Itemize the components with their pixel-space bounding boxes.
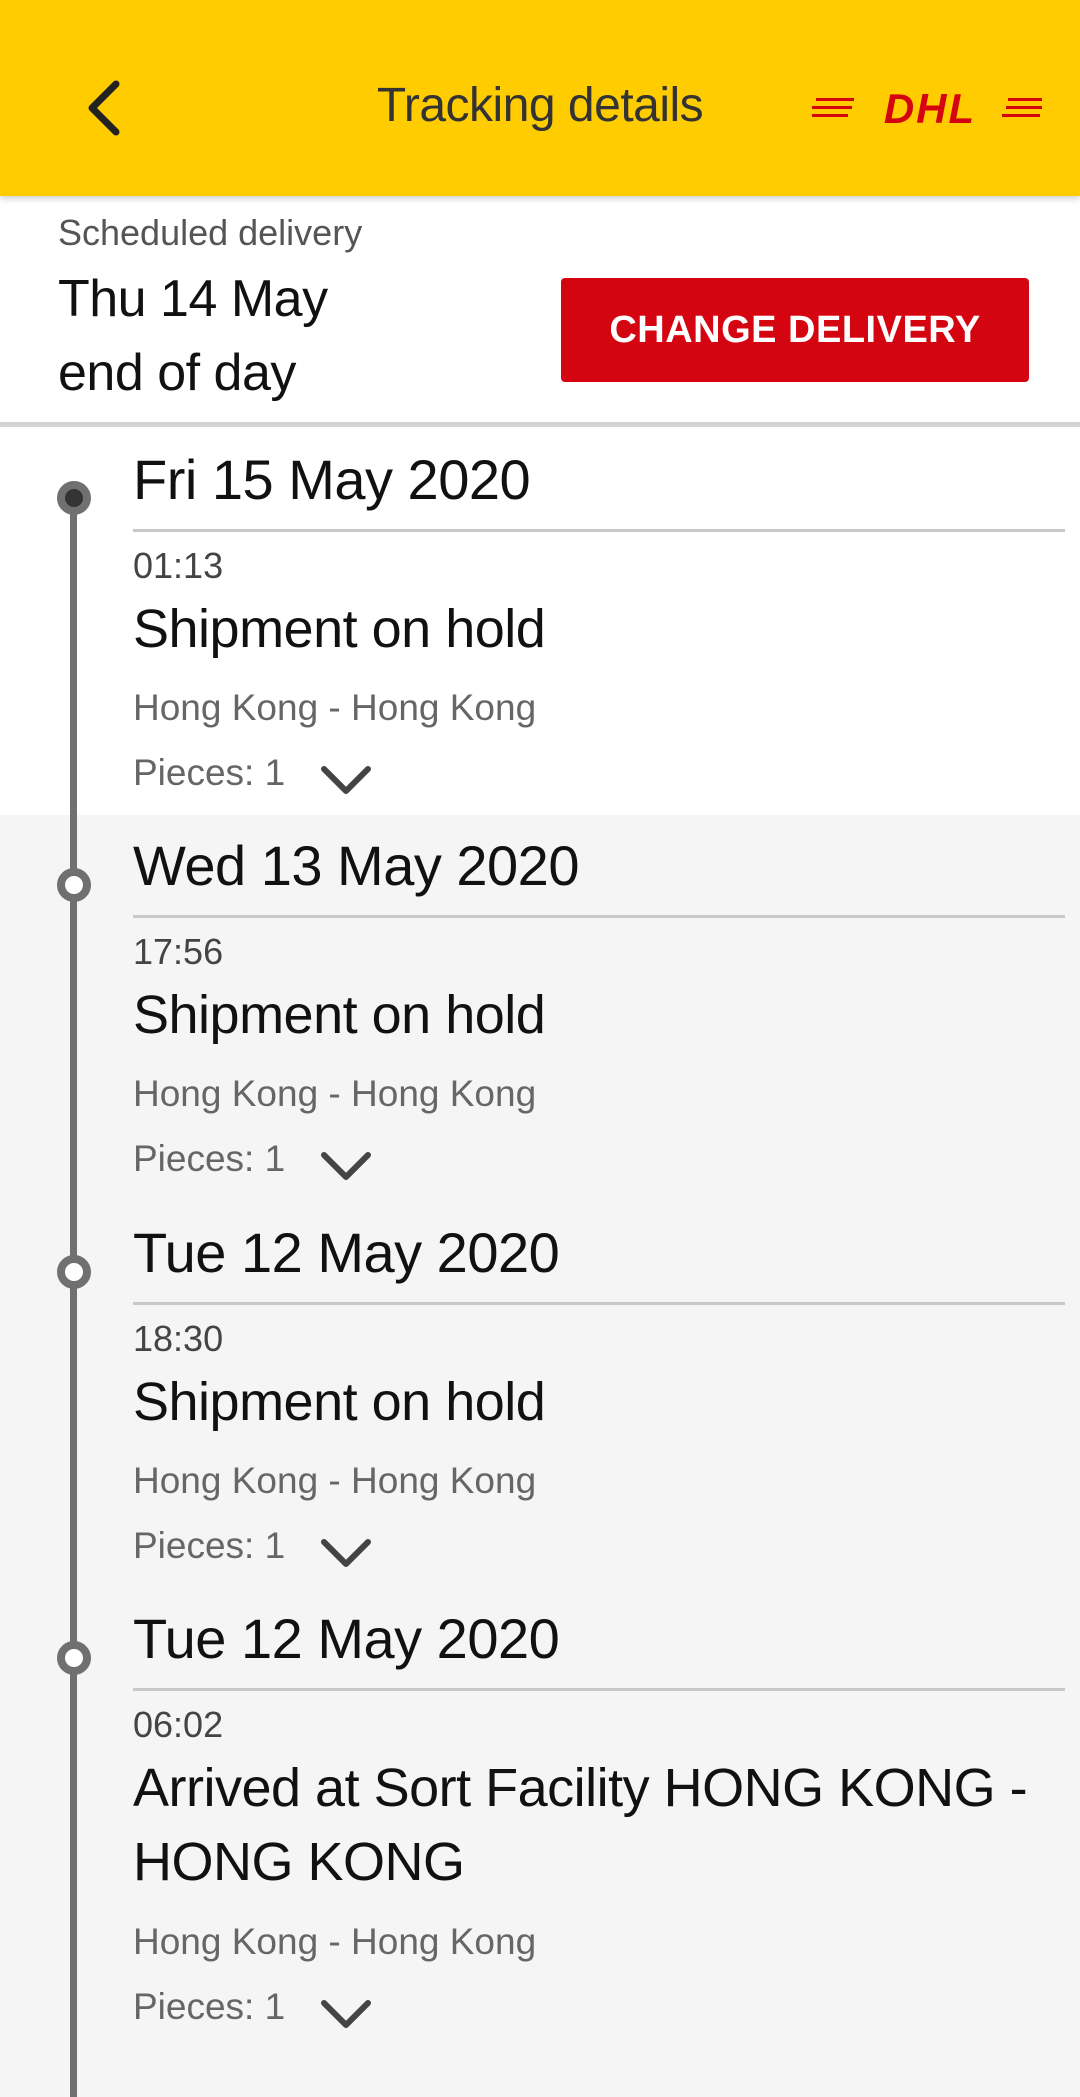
timeline-dot xyxy=(57,868,91,902)
event-status: Arrived at Sort Facility HONG KONG - HON… xyxy=(133,1751,1033,1899)
chevron-down-icon[interactable] xyxy=(320,1536,372,1572)
chevron-down-icon[interactable] xyxy=(320,1997,372,2033)
event-status: Shipment on hold xyxy=(133,985,546,1045)
event-status: Shipment on hold xyxy=(133,1372,546,1432)
event-pieces: Pieces: 1 xyxy=(133,1986,286,2027)
timeline-line xyxy=(70,497,77,2097)
divider xyxy=(133,1302,1065,1305)
event-location: Hong Kong - Hong Kong xyxy=(133,687,537,728)
event-time: 01:13 xyxy=(133,545,224,586)
chevron-down-icon[interactable] xyxy=(320,763,372,799)
scheduled-time-line: end of day xyxy=(58,344,296,402)
divider xyxy=(133,529,1065,532)
event-status-line: HONG KONG xyxy=(133,1832,465,1892)
divider xyxy=(133,915,1065,918)
chevron-down-icon[interactable] xyxy=(320,1149,372,1185)
dhl-logo: DHL xyxy=(812,88,1042,132)
timeline-dot-current xyxy=(57,481,91,515)
scheduled-date-line: Thu 14 May xyxy=(58,270,328,328)
scheduled-delivery-label: Scheduled delivery xyxy=(58,212,363,253)
event-date: Tue 12 May 2020 xyxy=(133,1221,560,1284)
event-location: Hong Kong - Hong Kong xyxy=(133,1921,537,1962)
event-location: Hong Kong - Hong Kong xyxy=(133,1073,537,1114)
app-header: Tracking details DHL xyxy=(0,0,1080,196)
event-pieces: Pieces: 1 xyxy=(133,752,286,793)
event-time: 17:56 xyxy=(133,931,224,972)
event-status: Shipment on hold xyxy=(133,599,546,659)
timeline-dot xyxy=(57,1641,91,1675)
event-status-line: Arrived at Sort Facility HONG KONG - xyxy=(133,1758,1028,1818)
timeline-dot xyxy=(57,1255,91,1289)
event-time: 06:02 xyxy=(133,1704,224,1745)
event-pieces: Pieces: 1 xyxy=(133,1138,286,1179)
event-time: 18:30 xyxy=(133,1318,224,1359)
scheduled-delivery-date: Thu 14 May end of day xyxy=(58,262,328,410)
tracking-timeline: Fri 15 May 2020 01:13 Shipment on hold H… xyxy=(0,427,1080,2097)
divider xyxy=(133,1688,1065,1691)
event-date: Fri 15 May 2020 xyxy=(133,448,531,511)
dhl-logo-text: DHL xyxy=(884,88,976,132)
event-date: Tue 12 May 2020 xyxy=(133,1607,560,1670)
event-pieces: Pieces: 1 xyxy=(133,1525,286,1566)
event-date: Wed 13 May 2020 xyxy=(133,834,579,897)
change-delivery-button[interactable]: CHANGE DELIVERY xyxy=(561,278,1029,382)
event-location: Hong Kong - Hong Kong xyxy=(133,1460,537,1501)
